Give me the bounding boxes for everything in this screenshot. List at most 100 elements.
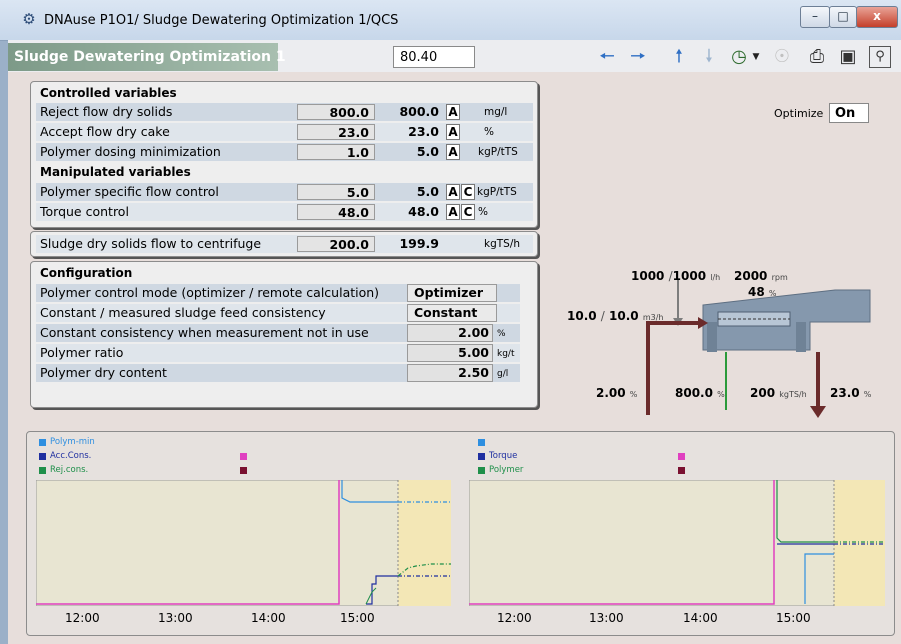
legend-label: Polym-min bbox=[50, 437, 95, 447]
legend-label: Rej.cons. bbox=[50, 465, 89, 475]
mode-flag[interactable]: A bbox=[446, 184, 460, 200]
actual-value: 199.9 bbox=[399, 236, 439, 251]
optimize-label: Optimize bbox=[774, 107, 824, 120]
legend-swatch bbox=[240, 467, 247, 474]
unit-label: kgTS/h bbox=[484, 238, 521, 250]
setpoint-field[interactable]: 1.0 bbox=[297, 144, 375, 160]
time-tick: 14:00 bbox=[251, 611, 286, 625]
actual-value: 800.0 bbox=[399, 104, 439, 119]
legend-swatch bbox=[39, 439, 46, 446]
trend-plot-left bbox=[36, 480, 451, 606]
unit-label: % bbox=[497, 329, 506, 339]
speed-value: 2000 rpm bbox=[734, 269, 788, 283]
time-tick: 13:00 bbox=[589, 611, 624, 625]
polymer-flow-value: 1000 /1000 l/h bbox=[631, 269, 721, 283]
row-label: Constant consistency when measurement no… bbox=[40, 325, 369, 340]
legend-label: Acc.Cons. bbox=[50, 451, 92, 461]
legend-label: Torque bbox=[489, 451, 518, 461]
consistency-mode-select[interactable]: Constant bbox=[407, 304, 497, 322]
legend-swatch bbox=[478, 439, 485, 446]
legend-swatch bbox=[240, 453, 247, 460]
arrow-down-icon[interactable]: 🠗 bbox=[697, 46, 721, 68]
setpoint-field[interactable]: 200.0 bbox=[297, 236, 375, 252]
unit-label: kgP/tTS bbox=[477, 186, 517, 198]
constant-consistency-field[interactable]: 2.00 bbox=[407, 324, 493, 342]
time-tick: 12:00 bbox=[497, 611, 532, 625]
table-row: Sludge dry solids flow to centrifuge bbox=[36, 235, 533, 253]
time-tick: 15:00 bbox=[776, 611, 811, 625]
mode-flag[interactable]: A bbox=[446, 144, 460, 160]
polymer-dry-content-field[interactable]: 2.50 bbox=[407, 364, 493, 382]
row-label: Polymer dosing minimization bbox=[40, 144, 221, 159]
window-title: DNAuse P1O1/ Sludge Dewatering Optimizat… bbox=[44, 13, 399, 28]
mode-flag[interactable]: A bbox=[446, 204, 460, 220]
row-label: Constant / measured sludge feed consiste… bbox=[40, 305, 326, 320]
actual-value: 5.0 bbox=[416, 184, 439, 199]
centrifuge-support bbox=[796, 322, 806, 352]
controlled-heading: Controlled variables bbox=[40, 86, 177, 100]
actual-value: 48.0 bbox=[408, 204, 439, 219]
app-icon: ⚙ bbox=[22, 10, 36, 28]
polymer-ratio-field[interactable]: 5.00 bbox=[407, 344, 493, 362]
row-label: Accept flow dry cake bbox=[40, 124, 170, 139]
feed-flow-value: 10.0 / 10.0 m3/h bbox=[567, 309, 664, 323]
unit-label: mg/l bbox=[484, 106, 508, 118]
arrow-left-icon[interactable]: 🠔 bbox=[595, 46, 619, 68]
row-label: Polymer dry content bbox=[40, 365, 167, 380]
legend-swatch bbox=[478, 467, 485, 474]
setpoint-field[interactable]: 5.0 bbox=[297, 184, 375, 200]
setpoint-field[interactable]: 23.0 bbox=[297, 124, 375, 140]
time-tick: 15:00 bbox=[340, 611, 375, 625]
consistency-value: 2.00 % bbox=[596, 386, 638, 400]
row-label: Polymer ratio bbox=[40, 345, 124, 360]
row-label: Polymer specific flow control bbox=[40, 184, 219, 199]
clock-icon[interactable]: ◷ bbox=[727, 46, 751, 68]
mode-flag[interactable]: A bbox=[446, 124, 460, 140]
time-tick: 14:00 bbox=[683, 611, 718, 625]
dropdown-arrow-icon[interactable]: ▼ bbox=[750, 46, 762, 68]
time-tick: 12:00 bbox=[65, 611, 100, 625]
row-label: Torque control bbox=[40, 204, 129, 219]
legend-swatch bbox=[39, 453, 46, 460]
control-flag[interactable]: C bbox=[461, 184, 475, 200]
configuration-heading: Configuration bbox=[40, 266, 133, 280]
process-diagram bbox=[646, 280, 871, 418]
row-label: Polymer control mode (optimizer / remote… bbox=[40, 285, 380, 300]
unit-label: kg/t bbox=[497, 349, 515, 359]
mode-flag[interactable]: A bbox=[446, 104, 460, 120]
cake-arrow-icon bbox=[810, 406, 826, 418]
feed-pipe bbox=[646, 321, 700, 415]
manipulated-heading: Manipulated variables bbox=[40, 165, 191, 179]
actual-value: 5.0 bbox=[416, 144, 439, 159]
legend-swatch bbox=[39, 467, 46, 474]
actual-value: 23.0 bbox=[408, 124, 439, 139]
reject-value: 800.0 % bbox=[675, 386, 725, 400]
torque-value: 48 % bbox=[748, 285, 777, 299]
control-flag[interactable]: C bbox=[461, 204, 475, 220]
camera-icon[interactable]: ▣ bbox=[836, 46, 860, 68]
minimize-button[interactable]: – bbox=[800, 6, 830, 28]
legend-swatch bbox=[478, 453, 485, 460]
cake-value: 23.0 % bbox=[830, 386, 872, 400]
unit-label: g/l bbox=[497, 369, 509, 379]
unit-label: % bbox=[478, 206, 488, 218]
header-value-field[interactable]: 80.40 bbox=[393, 46, 475, 68]
setpoint-field[interactable]: 48.0 bbox=[297, 204, 375, 220]
arrow-right-icon[interactable]: 🠖 bbox=[626, 46, 650, 68]
arrow-up-icon[interactable]: 🠕 bbox=[667, 46, 691, 68]
close-button[interactable]: x bbox=[856, 6, 898, 28]
row-label: Reject flow dry solids bbox=[40, 104, 173, 119]
maximize-button[interactable]: □ bbox=[829, 6, 857, 28]
legend-label: Polymer bbox=[489, 465, 524, 475]
polymer-mode-select[interactable]: Optimizer bbox=[407, 284, 497, 302]
unit-label: % bbox=[484, 126, 494, 138]
print-icon[interactable]: ⎙ bbox=[805, 46, 829, 68]
gauge-icon[interactable]: ☉ bbox=[770, 46, 794, 68]
unit-label: kgP/tTS bbox=[478, 146, 518, 158]
solids-flow-value: 200 kgTS/h bbox=[750, 386, 807, 400]
zoom-icon[interactable]: ⚲ bbox=[869, 46, 891, 68]
optimize-toggle[interactable]: On bbox=[829, 103, 869, 123]
page-title: Sludge Dewatering Optimization 1 bbox=[8, 43, 286, 71]
legend-swatch bbox=[678, 467, 685, 474]
setpoint-field[interactable]: 800.0 bbox=[297, 104, 375, 120]
